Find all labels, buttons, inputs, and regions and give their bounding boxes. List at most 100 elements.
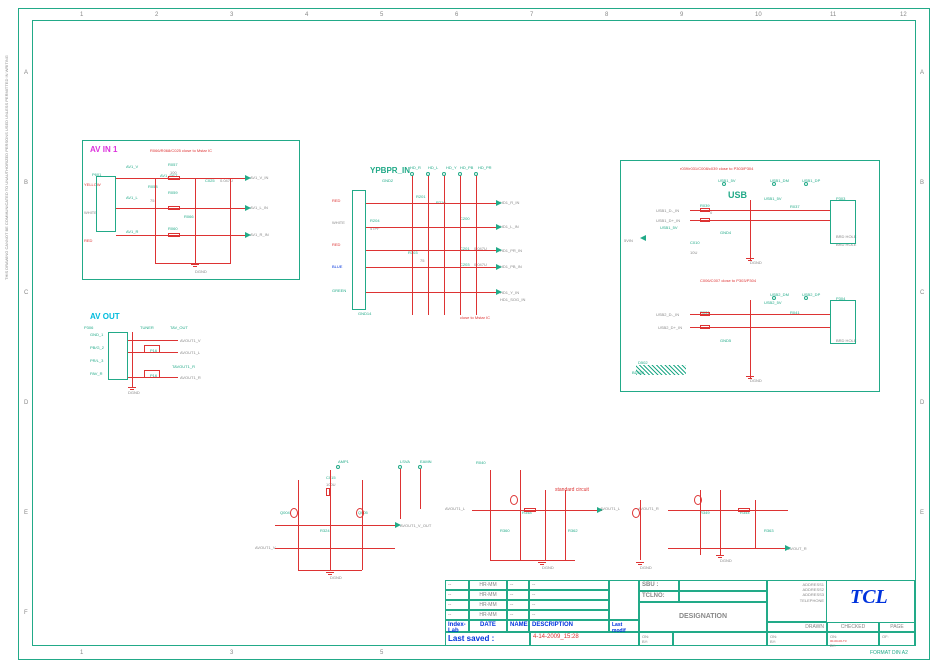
lbl-blue-yp: BLUE bbox=[332, 264, 342, 269]
tcell-checked-on: ON: 00-00-00-T3 BY: bbox=[827, 632, 879, 646]
ground-icon bbox=[326, 572, 334, 578]
out-hd1-y: HD1_Y_IN bbox=[500, 290, 519, 295]
ref-usb1-5v-src: USB1_5V bbox=[660, 225, 678, 230]
ref-r037: R037 bbox=[790, 204, 800, 209]
ground-icon bbox=[716, 555, 724, 561]
transistor bbox=[510, 495, 518, 505]
out-av1-v-in: AV1_V_IN bbox=[250, 175, 268, 180]
lbl-gnd2: GND2 bbox=[382, 178, 393, 183]
ref-lsva: LSVA bbox=[400, 459, 410, 464]
arrow-icon bbox=[496, 247, 502, 253]
rev-name: -- bbox=[507, 580, 529, 590]
out-avout-r: AVOUT1_R bbox=[180, 375, 201, 380]
rev-row: -- bbox=[445, 600, 469, 610]
transistor bbox=[694, 495, 702, 505]
diode-array bbox=[636, 365, 686, 375]
val-75-yp: 75 bbox=[420, 258, 424, 263]
in-5vin: 5VIN bbox=[624, 238, 633, 243]
ruler-top-3: 3 bbox=[230, 12, 233, 18]
ground-icon bbox=[191, 264, 199, 270]
lbl-by3: BY: bbox=[830, 643, 876, 648]
wire bbox=[755, 500, 756, 548]
arrow-icon bbox=[496, 200, 502, 206]
wire bbox=[690, 220, 830, 221]
val-75-1: 75 bbox=[150, 198, 154, 203]
lbl-tavout1r: TAVOUT1_R bbox=[172, 364, 195, 369]
connector-p306 bbox=[108, 332, 128, 380]
ruler-left-D: D bbox=[24, 400, 28, 406]
wire bbox=[116, 178, 246, 179]
resistor bbox=[700, 312, 710, 316]
wire bbox=[275, 525, 395, 526]
note-ypbpr: close to Mstar IC bbox=[460, 315, 490, 320]
hdr-desc: DESCRIPTION bbox=[529, 620, 609, 632]
ruler-left-F: F bbox=[24, 610, 28, 616]
lbl-usb1-5v: USB1_5V bbox=[718, 178, 736, 183]
label-white: WHITE bbox=[84, 210, 97, 215]
ruler-left-A: A bbox=[24, 70, 28, 76]
lbl-gnd5: GND5 bbox=[720, 338, 731, 343]
ruler-top-2: 2 bbox=[155, 12, 158, 18]
rev-row: -- bbox=[445, 580, 469, 590]
arrow-icon bbox=[395, 522, 401, 528]
lbl-gnd1: GND_1 bbox=[90, 332, 103, 337]
lbl-red-yp: RED bbox=[332, 198, 340, 203]
val-onby bbox=[673, 632, 767, 646]
ref-p306: P306 bbox=[84, 325, 93, 330]
ruler-top-10: 10 bbox=[755, 12, 762, 18]
lbl-prl3: PR/L_3 bbox=[90, 358, 103, 363]
resistor bbox=[168, 233, 180, 237]
label-red-avin: RED bbox=[84, 238, 92, 243]
ruler-right-A: A bbox=[920, 70, 924, 76]
lbl-hdr: HD_R bbox=[410, 165, 421, 170]
arrow-icon bbox=[640, 235, 646, 241]
val-10u: 10U bbox=[690, 250, 697, 255]
ruler-top-11: 11 bbox=[830, 12, 836, 18]
transistor bbox=[632, 508, 640, 518]
out-hd1-r: HD1_R_IN bbox=[500, 200, 519, 205]
resistor bbox=[700, 208, 710, 212]
wire bbox=[750, 300, 751, 378]
val-last-saved: 4-14-2009_15:28 bbox=[530, 632, 639, 646]
ref-r362: R362 bbox=[568, 528, 578, 533]
title-ypbpr: YPBPR_IN bbox=[370, 166, 410, 175]
arrow-icon bbox=[496, 224, 502, 230]
ruler-top-4: 4 bbox=[305, 12, 308, 18]
out-avout1-v-out: AVOUT1_V_OUT bbox=[400, 523, 431, 528]
lbl-usb-5v: USB1_5V bbox=[764, 196, 782, 201]
val-100-1: 100 bbox=[170, 170, 177, 175]
wire bbox=[195, 178, 196, 263]
in-usb1-dp: USB1_D+_IN bbox=[656, 218, 680, 223]
connector-p303 bbox=[830, 200, 856, 244]
jumper-p16 bbox=[144, 345, 160, 353]
wire bbox=[690, 314, 830, 315]
lbl-hdpb: HD_PB bbox=[460, 165, 473, 170]
lbl-tclno: TCLNO: bbox=[639, 591, 679, 602]
address-block: ADDRESS1 ADDRESS2 ADDRESS3 TELEPHONE bbox=[767, 580, 827, 622]
ruler-left-B: B bbox=[24, 180, 28, 186]
logo-tcl: TCL bbox=[850, 586, 888, 609]
transistor-q004 bbox=[290, 508, 298, 518]
resistor bbox=[168, 176, 180, 180]
wire bbox=[520, 470, 521, 560]
wire bbox=[298, 570, 362, 571]
rev-date: HR-MM bbox=[469, 590, 507, 600]
resistor bbox=[700, 218, 710, 222]
ruler-left-E: E bbox=[24, 510, 28, 516]
hdr-indexlab: Index-Lab bbox=[445, 620, 469, 632]
ref-r204: R204 bbox=[370, 218, 380, 223]
ground-icon bbox=[538, 562, 546, 568]
ruler-top-7: 7 bbox=[530, 12, 533, 18]
lbl-red2-yp: RED bbox=[332, 242, 340, 247]
ref-r057: R057 bbox=[168, 162, 178, 167]
note-usb1: r039/r031/C008/c039 close to P303/P304 bbox=[680, 166, 753, 171]
out-avout-l: AVOUT1_L bbox=[180, 350, 200, 355]
out-hd1-pr: HD1_PR_IN bbox=[500, 248, 522, 253]
ruler-top-1: 1 bbox=[80, 12, 83, 18]
rev-desc: -- bbox=[529, 610, 609, 620]
arrow-icon bbox=[597, 507, 603, 513]
wire bbox=[476, 175, 477, 315]
wire bbox=[132, 332, 133, 387]
out-avout1-l: AVOUT1_L bbox=[600, 506, 620, 511]
rev-name: -- bbox=[507, 590, 529, 600]
